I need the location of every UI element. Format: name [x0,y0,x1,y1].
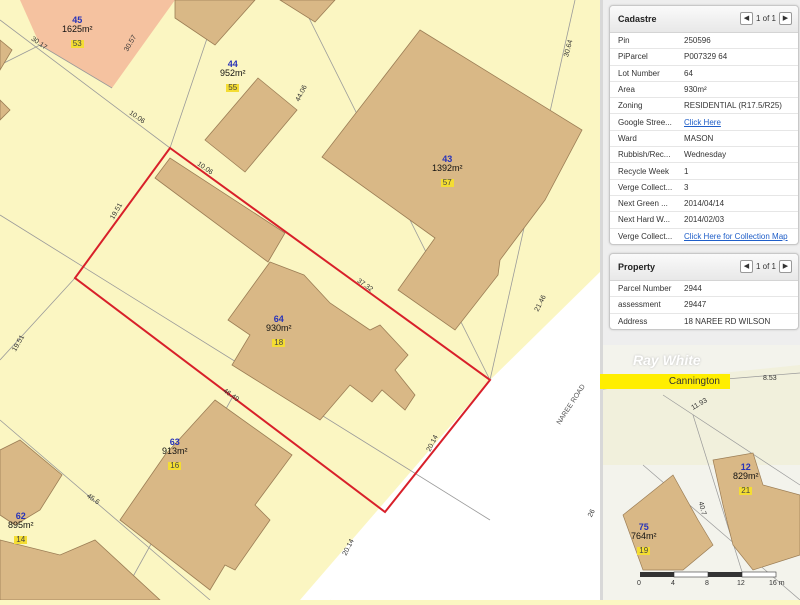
table-row: Ward MASON [610,131,798,148]
ray-white-logo: Ray White [633,352,701,368]
row-value: 18 NAREE RD WILSON [684,316,771,326]
lot-badge: 55 [226,83,240,92]
cadastral-map[interactable]: NAREE ROAD 45 1625m² 53 44 952m² 55 43 1… [0,0,602,600]
lot-badge: 53 [70,39,84,48]
row-key: Next Hard W... [618,215,671,225]
table-row: Google Stree... Click Here [610,114,798,131]
property-card: Property ◀ 1 of 1 ▶ Parcel Number 2944 as… [609,253,799,330]
lot-area: 1392m² [432,163,463,173]
pager-text: 1 of 1 [755,14,776,23]
row-value: RESIDENTIAL (R17.5/R25) [684,101,782,111]
table-row: PiParcel P007329 64 [610,49,798,66]
row-key: Lot Number [618,68,660,78]
row-key: Verge Collect... [618,182,673,192]
row-value: 2014/02/03 [684,215,725,225]
lot-badge: 19 [637,546,651,555]
row-value: Wednesday [684,150,727,160]
table-row: Recycle Week 1 [610,163,798,180]
row-value: 250596 [684,36,711,46]
row-key: Area [618,85,635,95]
row-key: Zoning [618,101,643,111]
table-row: Address 18 NAREE RD WILSON [610,314,798,329]
table-row: Area 930m² [610,82,798,99]
lot-area: 930m² [266,323,292,333]
lot-label-64: 64 930m² 18 [266,315,292,349]
prev-arrow-icon[interactable]: ◀ [739,12,753,25]
row-value: 2944 [684,284,702,294]
row-key: assessment [618,300,661,310]
lot-label-45: 45 1625m² 53 [62,16,93,50]
cadastre-card: Cadastre ◀ 1 of 1 ▶ Pin 250596 PiParcel P0… [609,5,799,245]
row-key: Verge Collect... [618,231,673,241]
row-value: 1 [684,166,689,176]
row-key: Parcel Number [618,284,672,294]
scale-tick: 12 [737,580,745,587]
collection-map-link[interactable]: Click Here for Collection Map [684,232,798,241]
cadastre-card-header: Cadastre ◀ 1 of 1 ▶ [610,6,798,33]
scale-tick: 8 [705,580,709,587]
lot-area: 829m² [733,471,759,481]
scale-tick: 0 [637,580,641,587]
table-row: Pin 250596 [610,33,798,50]
lot-area: 952m² [220,68,246,78]
lot-badge: 57 [440,178,454,187]
minimap-lot-75: 75 764m² 19 [631,523,657,557]
property-pager: ◀ 1 of 1 ▶ [739,260,792,273]
next-arrow-icon[interactable]: ▶ [779,260,792,273]
row-key: Rubbish/Rec... [618,150,671,160]
lot-label-63: 63 913m² 16 [162,438,188,472]
office-name: Cannington [668,376,720,387]
cadastre-pager: ◀ 1 of 1 ▶ [739,12,792,25]
row-value: 64 [684,68,693,78]
table-row: Lot Number 64 [610,66,798,82]
row-key: PiParcel [618,52,648,62]
table-row: Next Green ... 2014/04/14 [610,196,798,213]
scale-bar: 0 4 8 12 16 m [603,568,800,600]
row-key: Pin [618,36,630,46]
table-row: Rubbish/Rec... Wednesday [610,147,798,164]
pager-text: 1 of 1 [755,262,776,271]
row-key: Google Stree... [618,117,672,127]
row-value: 2014/04/14 [684,199,725,209]
lot-badge: 16 [168,461,182,470]
scale-tick: 4 [671,580,675,587]
office-banner: Cannington [600,374,730,389]
cadastre-title: Cadastre [618,14,657,24]
lot-area: 895m² [8,520,34,530]
lot-badge: 21 [739,486,753,495]
lot-label-62: 62 895m² 14 [8,512,34,546]
minimap-lot-12: 12 829m² 21 [733,463,759,497]
row-key: Next Green ... [618,199,668,209]
minimap-dimension: 8.53 [763,375,777,382]
row-value: 3 [684,182,689,192]
prev-arrow-icon[interactable]: ◀ [739,260,753,273]
next-arrow-icon[interactable]: ▶ [779,12,792,25]
lot-label-43: 43 1392m² 57 [432,155,463,189]
table-row: Verge Collect... Click Here for Collectio… [610,229,798,244]
property-rows: Parcel Number 2944 assessment 29447 Addres… [610,281,798,329]
row-value: P007329 64 [684,52,728,62]
row-value: 29447 [684,300,707,310]
lot-area: 1625m² [62,24,93,34]
row-value: 930m² [684,85,707,95]
row-key: Address [618,316,648,326]
table-row: Verge Collect... 3 [610,180,798,196]
lot-badge: 18 [272,338,286,347]
table-row: Parcel Number 2944 [610,281,798,298]
table-row: Next Hard W... 2014/02/03 [610,212,798,229]
row-value: MASON [684,133,714,143]
table-row: assessment 29447 [610,297,798,314]
lot-label-44: 44 952m² 55 [220,60,246,94]
row-key: Recycle Week [618,166,669,176]
google-street-view-link[interactable]: Click Here [684,118,798,127]
lot-area: 764m² [631,531,657,541]
property-title: Property [618,262,656,272]
lot-badge: 14 [14,535,28,544]
cadastre-rows: Pin 250596 PiParcel P007329 64 Lot Number 6… [610,33,798,244]
property-card-header: Property ◀ 1 of 1 ▶ [610,254,798,281]
table-row: Zoning RESIDENTIAL (R17.5/R25) [610,98,798,115]
scale-tick: 16 m [769,580,785,587]
row-key: Ward [618,133,637,143]
lot-area: 913m² [162,446,188,456]
